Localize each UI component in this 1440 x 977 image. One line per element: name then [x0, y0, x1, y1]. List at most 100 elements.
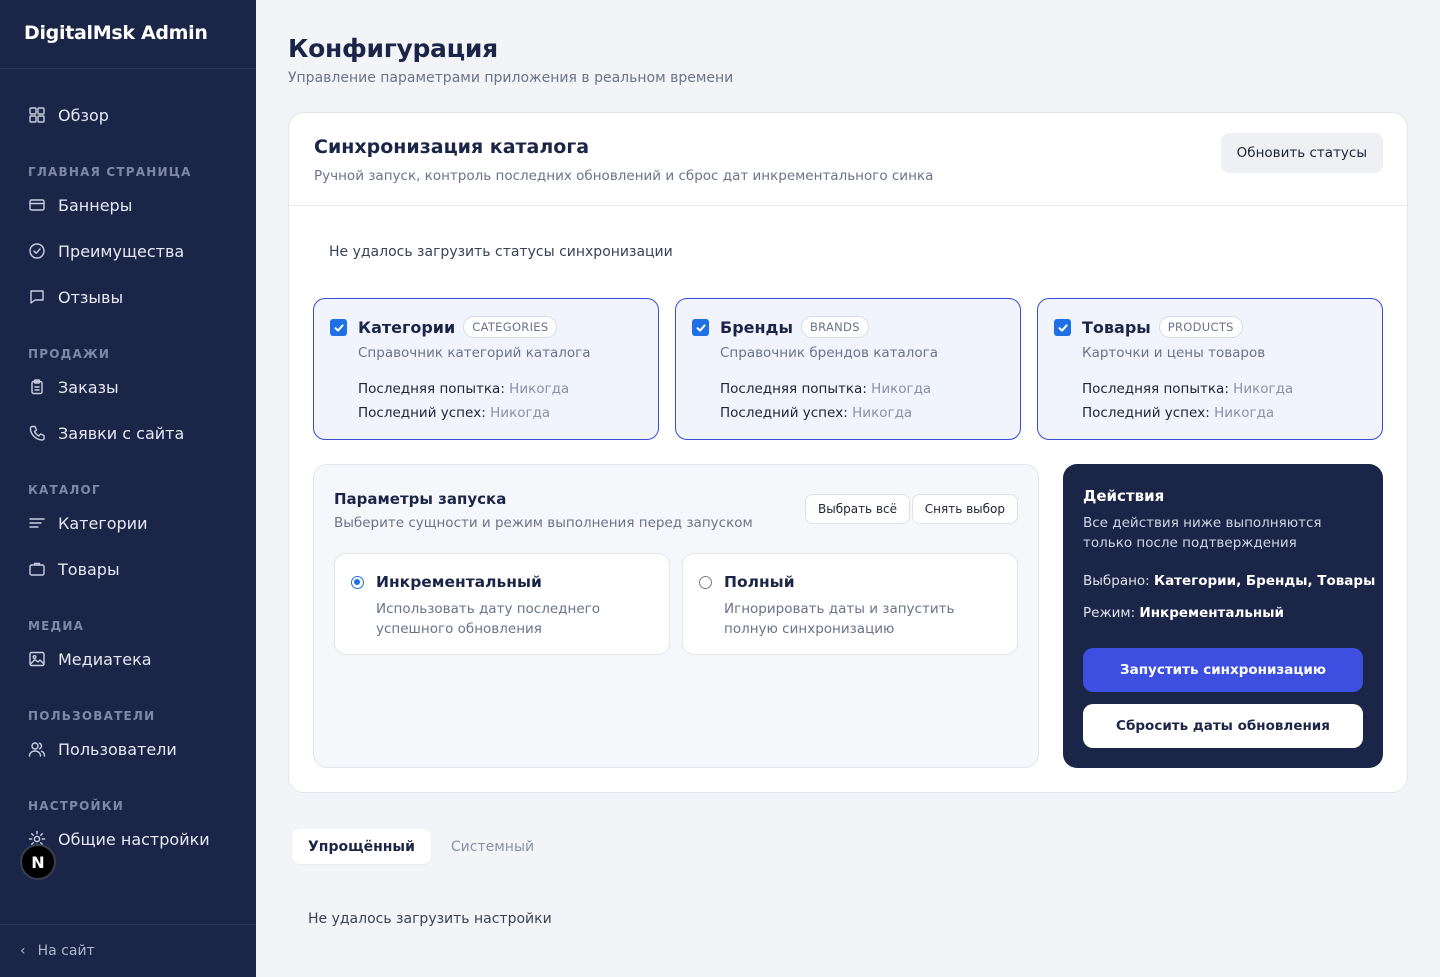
params-title: Параметры запуска [334, 490, 507, 508]
sidebar: DigitalMsk Admin Обзор ГЛАВНАЯ СТРАНИЦА Ба… [0, 0, 256, 977]
check-circle-icon [29, 243, 45, 259]
sidebar-item[interactable]: Товары [0, 551, 256, 587]
entity-last-attempt: Последняя попытка: Никогда [1082, 381, 1293, 397]
entity-card[interactable]: Категории CATEGORIES Справочник категорий … [313, 298, 659, 440]
run-sync-button[interactable]: Запустить синхронизацию [1083, 648, 1363, 692]
sync-status-error: Не удалось загрузить статусы синхронизац… [329, 244, 673, 260]
sidebar-item[interactable]: Преимущества [0, 233, 256, 269]
check-icon [1058, 323, 1068, 332]
clipboard-icon [31, 379, 43, 395]
selected-value: Категории, Бренды, Товары [1154, 573, 1376, 589]
clear-selection-button[interactable]: Снять выбор [911, 494, 1018, 524]
sidebar-item[interactable]: Медиатека [0, 641, 256, 677]
page-subtitle: Управление параметрами приложения в реал… [288, 70, 734, 86]
last-success-label: Последний успех: [720, 405, 848, 421]
entity-desc: Справочник брендов каталога [720, 345, 939, 361]
card-header: Синхронизация каталога Ручной запуск, ко… [289, 113, 1407, 206]
mode-label: Режим: [1083, 605, 1136, 621]
sidebar-item[interactable]: Категории [0, 505, 256, 541]
sidebar-item-label: Медиатека [58, 649, 152, 669]
nav-section-heading: НАСТРОЙКИ [28, 799, 125, 813]
sidebar-item-label: Общие настройки [58, 829, 210, 849]
last-success-value: Никогда [490, 405, 551, 421]
sidebar-item-label: Пользователи [58, 739, 177, 759]
settings-tab[interactable]: Упрощённый [292, 829, 431, 864]
list-icon [29, 518, 45, 528]
phone-icon [29, 425, 45, 441]
brand-logo: DigitalMsk Admin [0, 0, 256, 69]
reset-dates-button[interactable]: Сбросить даты обновления [1083, 704, 1363, 748]
sidebar-item-label: Обзор [58, 105, 109, 125]
sidebar-item-label: Заявки с сайта [58, 423, 185, 443]
params-subtitle: Выберите сущности и режим выполнения пер… [334, 515, 753, 531]
sidebar-nav: Обзор ГЛАВНАЯ СТРАНИЦА Баннеры Преимущества… [0, 69, 256, 857]
actions-panel: Действия Все действия ниже выполняются т… [1063, 464, 1383, 768]
check-icon [696, 323, 706, 332]
last-attempt-label: Последняя попытка: [1082, 381, 1229, 397]
select-all-button[interactable]: Выбрать всё [804, 494, 910, 524]
mode-option[interactable]: Полный Игнорировать даты и запустить полн… [682, 553, 1018, 655]
entity-checkbox[interactable] [330, 319, 347, 336]
last-success-label: Последний успех: [1082, 405, 1210, 421]
sidebar-item[interactable]: Пользователи [0, 731, 256, 767]
entity-last-success: Последний успех: Никогда [358, 405, 550, 421]
nav-section-heading: ПОЛЬЗОВАТЕЛИ [28, 709, 156, 723]
settings-load-error: Не удалось загрузить настройки [308, 911, 552, 927]
launch-params-panel: Параметры запуска Выберите сущности и ре… [313, 464, 1039, 768]
nav-section-heading: ГЛАВНАЯ СТРАНИЦА [28, 165, 192, 179]
mode-radio[interactable] [351, 576, 364, 589]
sidebar-item[interactable]: Заказы [0, 369, 256, 405]
entity-last-success: Последний успех: Никогда [1082, 405, 1274, 421]
entity-checkbox[interactable] [1054, 319, 1071, 336]
sidebar-item[interactable]: Заявки с сайта [0, 415, 256, 451]
back-to-site-label: На сайт [37, 943, 95, 959]
nav-section-heading: КАТАЛОГ [28, 483, 101, 497]
selected-label: Выбрано: [1083, 573, 1150, 589]
refresh-statuses-button[interactable]: Обновить статусы [1220, 133, 1383, 173]
entity-code-badge: PRODUCTS [1158, 316, 1243, 338]
back-to-site-link[interactable]: ‹ На сайт [0, 924, 256, 977]
entity-name: Бренды [720, 317, 793, 337]
last-attempt-label: Последняя попытка: [720, 381, 867, 397]
sidebar-item-label: Отзывы [58, 287, 124, 307]
entity-name-row: Категории CATEGORIES [358, 316, 558, 338]
mode-title: Полный [724, 573, 795, 591]
entity-last-success: Последний успех: Никогда [720, 405, 912, 421]
entity-name-row: Товары PRODUCTS [1082, 316, 1243, 338]
chat-icon [30, 290, 44, 304]
mode-desc: Игнорировать даты и запустить полную син… [724, 601, 955, 637]
settings-tabs: Упрощённый Системный [292, 829, 550, 864]
sidebar-item[interactable]: Отзывы [0, 279, 256, 315]
entity-card[interactable]: Бренды BRANDS Справочник брендов каталога П… [675, 298, 1021, 440]
next-dev-badge[interactable]: N [20, 844, 56, 880]
mode-options: Инкрементальный Использовать дату последн… [334, 553, 1018, 655]
actions-desc: Все действия ниже выполняются только пос… [1083, 515, 1322, 551]
mode-radio[interactable] [699, 576, 712, 589]
entity-card[interactable]: Товары PRODUCTS Карточки и цены товаров Пос… [1037, 298, 1383, 440]
mode-desc: Использовать дату последнего успешного о… [376, 601, 600, 637]
sidebar-item-label: Товары [58, 559, 120, 579]
entity-name: Категории [358, 317, 456, 337]
entity-name-row: Бренды BRANDS [720, 316, 869, 338]
grid-icon [29, 107, 45, 123]
image-icon [29, 651, 45, 667]
entity-desc: Справочник категорий каталога [358, 345, 591, 361]
mode-option[interactable]: Инкрементальный Использовать дату последн… [334, 553, 670, 655]
entity-checkbox[interactable] [692, 319, 709, 336]
page-title: Конфигурация [288, 34, 498, 63]
users-icon [28, 742, 46, 757]
sidebar-item-label: Заказы [58, 377, 119, 397]
entity-last-attempt: Последняя попытка: Никогда [720, 381, 931, 397]
entity-last-attempt: Последняя попытка: Никогда [358, 381, 569, 397]
selected-summary: Выбрано: Категории, Бренды, Товары [1083, 573, 1375, 589]
mode-title: Инкрементальный [376, 573, 542, 591]
sidebar-item-label: Преимущества [58, 241, 185, 261]
sidebar-item[interactable]: Баннеры [0, 187, 256, 223]
mode-summary: Режим: Инкрементальный [1083, 605, 1284, 621]
banner-icon [29, 199, 45, 211]
nav-section-heading: МЕДИА [28, 619, 85, 633]
settings-tab[interactable]: Системный [435, 829, 550, 864]
sidebar-item[interactable]: Обзор [0, 97, 256, 133]
chevron-left-icon: ‹ [20, 943, 26, 959]
last-attempt-value: Никогда [509, 381, 570, 397]
